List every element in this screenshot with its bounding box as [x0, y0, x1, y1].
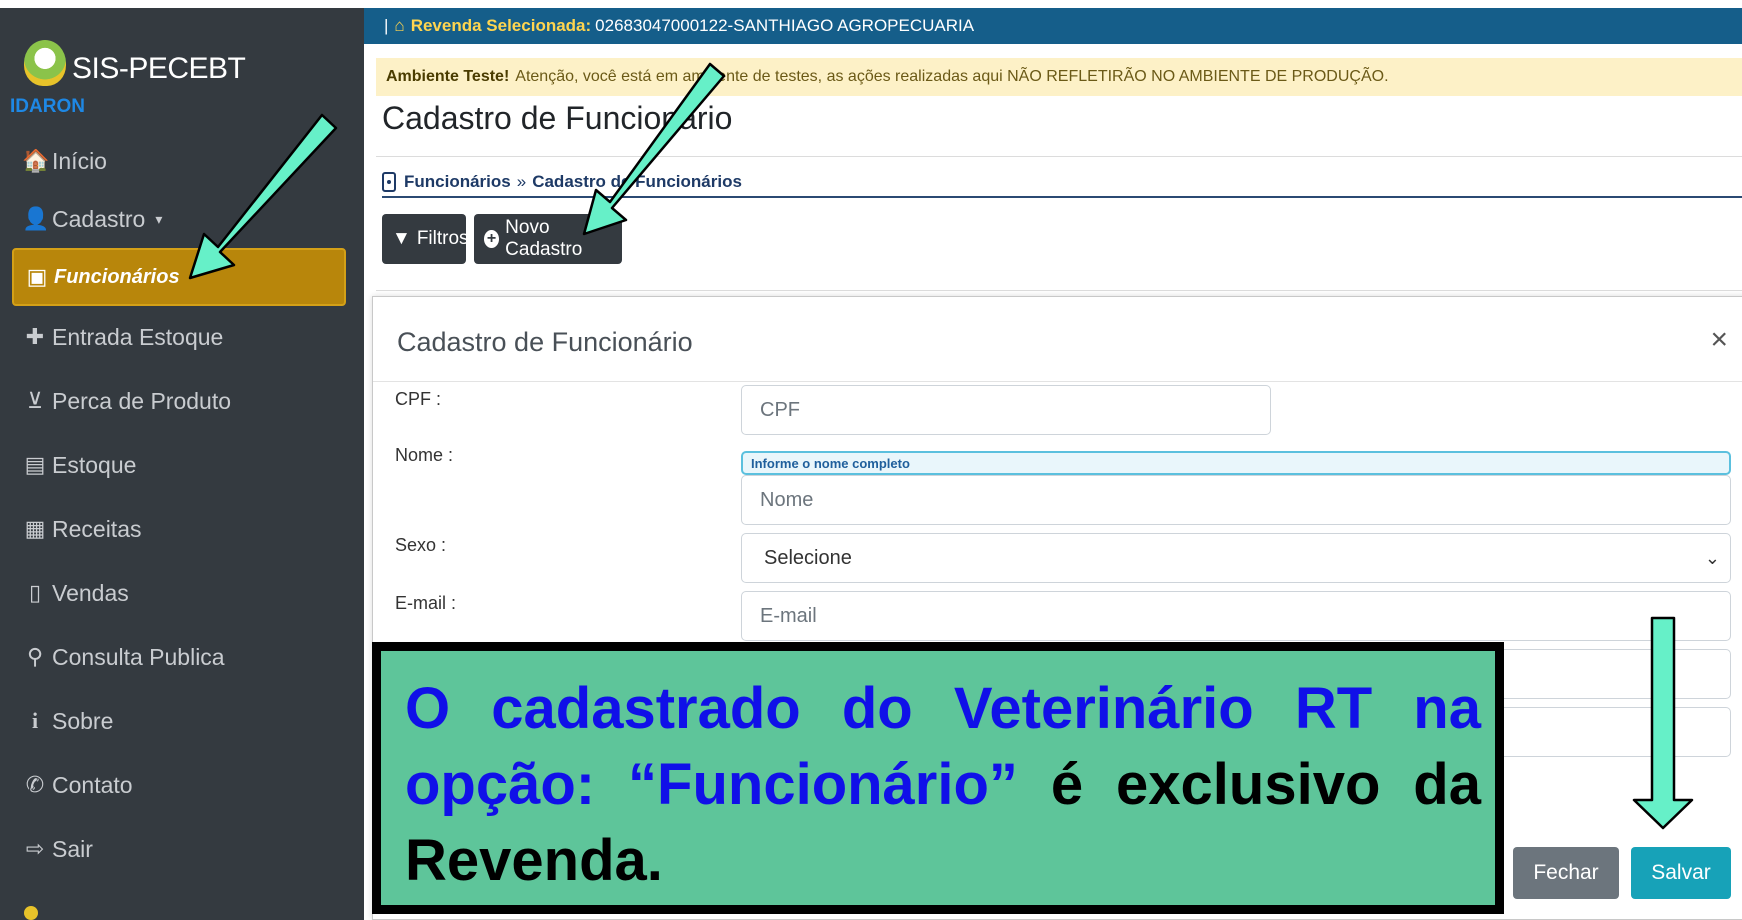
save-button[interactable]: Salvar: [1631, 847, 1731, 899]
breadcrumb-current: Cadastro de Funcionários: [532, 172, 742, 191]
close-button[interactable]: Fechar: [1513, 847, 1619, 899]
badge-icon: [382, 172, 396, 192]
divider: [376, 156, 1742, 157]
inbox-icon: ⊻: [26, 388, 44, 413]
cpf-label: CPF :: [395, 389, 442, 409]
nome-hint: Informe o nome completo: [741, 451, 1731, 475]
close-icon[interactable]: ×: [1710, 323, 1728, 357]
sidebar-item-label: Perca de Produto: [52, 387, 232, 414]
breadcrumb: Funcionários » Cadastro de Funcionários: [382, 168, 1742, 198]
sidebar-item-inicio[interactable]: 🏠 Início: [12, 132, 346, 190]
plus-icon: ✚: [25, 324, 45, 349]
sexo-select-value: Selecione: [764, 546, 852, 569]
sidebar-item-label: Sobre: [52, 707, 114, 734]
filter-icon: ▼: [392, 228, 411, 249]
new-record-button[interactable]: + Novo Cadastro: [474, 214, 622, 264]
search-icon: ⚲: [26, 644, 44, 669]
email-label: E-mail :: [395, 593, 457, 613]
sidebar-item-label: Cadastro: [52, 205, 146, 232]
divider: [376, 290, 1742, 291]
annotation-callout: O cadastrado do Veterinário RT na opção:…: [372, 642, 1504, 914]
plus-circle-icon: +: [484, 230, 500, 248]
brand[interactable]: SIS-PECEBT IDARON: [10, 34, 352, 117]
divider: [373, 381, 1742, 382]
nome-input[interactable]: Nome: [741, 475, 1731, 525]
sidebar-item-estoque[interactable]: ▤ Estoque: [12, 436, 346, 494]
nome-label: Nome :: [395, 445, 454, 465]
test-environment-alert: Ambiente Teste! Atenção, você está em am…: [376, 58, 1742, 96]
sidebar-item-label: Receitas: [52, 515, 142, 542]
caret-down-icon: ▾: [155, 210, 163, 227]
breadcrumb-link-funcionarios[interactable]: Funcionários: [404, 172, 511, 192]
phone-icon: ✆: [25, 772, 45, 797]
sidebar-item-label: Contato: [52, 771, 133, 798]
document-icon: ▦: [24, 516, 46, 541]
sidebar-item-label: Entrada Estoque: [52, 323, 224, 350]
user-icon: 👤: [22, 206, 50, 231]
filters-button-label: Filtros: [416, 228, 469, 249]
sidebar-item-cadastro[interactable]: 👤 Cadastro ▾: [12, 190, 346, 248]
sidebar-item-sair[interactable]: ⇨ Sair: [12, 820, 346, 878]
sign-out-icon: ⇨: [25, 836, 45, 861]
info-icon: i: [31, 708, 39, 733]
brand-title: SIS-PECEBT: [72, 52, 246, 85]
cpf-input[interactable]: CPF: [741, 385, 1271, 435]
filters-button[interactable]: ▼ Filtros: [382, 214, 469, 264]
selected-reseller-label: Revenda Selecionada:: [410, 16, 592, 35]
page-title: Cadastro de Funcionário: [382, 100, 733, 136]
modal-title: Cadastro de Funcionário: [397, 327, 693, 357]
sidebar: SIS-PECEBT IDARON 🏠 Início 👤 Cadastro ▾ …: [0, 8, 364, 920]
sidebar-item-receitas[interactable]: ▦ Receitas: [12, 500, 346, 558]
brand-logo-icon: [24, 40, 66, 86]
selected-reseller-bar: | ⌂ Revenda Selecionada: 02683047000122-…: [364, 8, 1742, 44]
home-icon: 🏠: [22, 148, 50, 173]
sexo-select[interactable]: Selecione ⌄: [741, 533, 1731, 583]
sidebar-item-label: Consulta Publica: [52, 643, 225, 670]
new-record-button-label: Novo Cadastro: [505, 217, 583, 260]
sidebar-item-label: Vendas: [52, 579, 129, 606]
bar-separator: |: [384, 16, 389, 35]
sidebar-item-funcionarios[interactable]: ▣ Funcionários: [12, 248, 346, 306]
sidebar-item-vendas[interactable]: ▯ Vendas: [12, 564, 346, 622]
sidebar-item-perca-produto[interactable]: ⊻ Perca de Produto: [12, 372, 346, 430]
sidebar-item-entrada-estoque[interactable]: ✚ Entrada Estoque: [12, 308, 346, 366]
file-icon: ▯: [28, 580, 42, 605]
sidebar-item-sobre[interactable]: i Sobre: [12, 692, 346, 750]
home-icon: ⌂: [394, 16, 405, 35]
alert-strong: Ambiente Teste!: [386, 68, 510, 85]
breadcrumb-separator: »: [516, 172, 527, 191]
sidebar-item-label: Funcionários: [54, 265, 180, 288]
sidebar-item-label: Sair: [52, 835, 93, 862]
alert-text: Atenção, você está em ambiente de testes…: [515, 68, 1389, 85]
callout-text: O cadastrado do Veterinário RT na opção:…: [405, 671, 1481, 899]
brand-subtitle: IDARON: [10, 96, 85, 117]
sidebar-item-consulta-publica[interactable]: ⚲ Consulta Publica: [12, 628, 346, 686]
sidebar-item-contato[interactable]: ✆ Contato: [12, 756, 346, 814]
user-avatar-icon: [24, 906, 38, 920]
sidebar-item-label: Início: [52, 147, 107, 174]
warehouse-icon: ▤: [24, 452, 46, 477]
sexo-label: Sexo :: [395, 535, 447, 555]
badge-icon: ▣: [26, 264, 48, 289]
selected-reseller-value: 02683047000122-SANTHIAGO AGROPECUARIA: [595, 16, 975, 35]
chevron-down-icon: ⌄: [1704, 548, 1720, 568]
email-input[interactable]: E-mail: [741, 591, 1731, 641]
sidebar-item-label: Estoque: [52, 451, 137, 478]
